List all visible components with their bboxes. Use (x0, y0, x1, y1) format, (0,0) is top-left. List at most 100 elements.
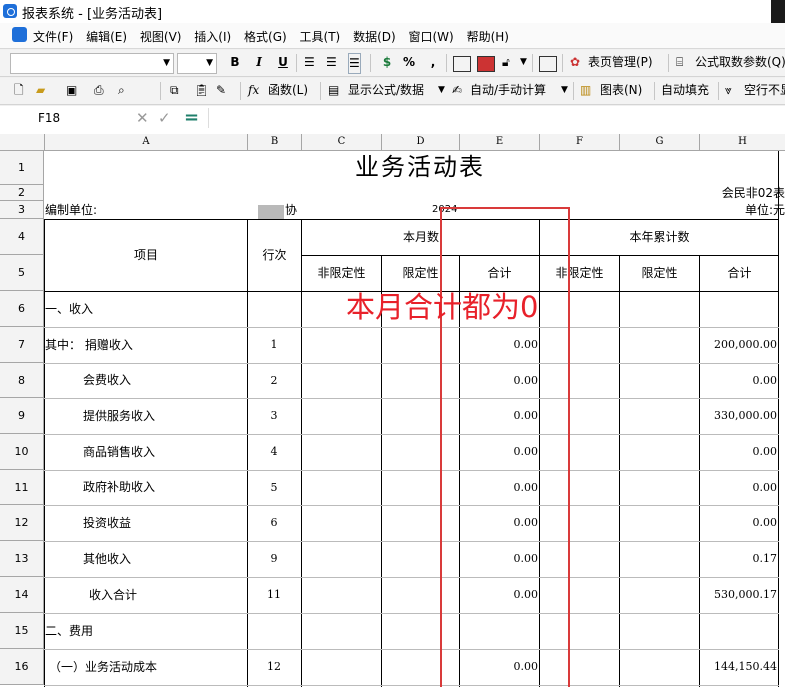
italic-button[interactable]: I (250, 53, 268, 72)
line-cell[interactable]: 3 (248, 398, 301, 434)
save-icon[interactable]: ▣ (66, 81, 77, 100)
chevron-down-icon[interactable]: ▼ (520, 53, 527, 72)
underline-button[interactable]: U (274, 53, 292, 72)
copy-icon[interactable]: ⧉ (170, 81, 179, 100)
chevron-down-icon[interactable]: ▼ (438, 81, 445, 100)
year-total-cell[interactable]: 0.00 (700, 434, 778, 470)
column-header[interactable]: B (248, 134, 302, 151)
menu-window[interactable]: 窗口(W) (409, 30, 454, 44)
menu-file[interactable]: 文件(F) (33, 30, 73, 44)
cancel-icon[interactable]: ✕ (136, 109, 149, 127)
border-icon[interactable] (453, 56, 471, 72)
menu-help[interactable]: 帮助(H) (467, 30, 509, 44)
row-header[interactable]: 3 (0, 201, 44, 219)
row-header[interactable]: 5 (0, 255, 44, 291)
column-header[interactable]: E (460, 134, 540, 151)
line-cell[interactable]: 4 (248, 434, 301, 470)
row-header[interactable]: 2 (0, 185, 44, 201)
item-cell[interactable]: 投资收益 (83, 505, 247, 541)
row-header[interactable]: 8 (0, 363, 44, 398)
page-manage-button[interactable]: 表页管理(P) (588, 53, 653, 72)
comma-button[interactable]: , (424, 53, 442, 72)
skip-empty-button[interactable]: 空行不显示 (744, 81, 785, 100)
fill-color-icon[interactable] (477, 56, 495, 72)
column-header[interactable]: A (45, 134, 248, 151)
menu-insert[interactable]: 插入(I) (194, 30, 231, 44)
currency-button[interactable]: $ (378, 53, 396, 72)
year-total-cell[interactable]: 0.00 (700, 470, 778, 505)
chart-button[interactable]: 图表(N) (600, 81, 642, 100)
font-select[interactable]: ▼ (10, 53, 174, 74)
item-cell[interactable]: 二、费用 (45, 613, 247, 649)
confirm-icon[interactable]: ✓ (158, 109, 171, 127)
format-painter-icon[interactable]: ✎ (216, 81, 226, 100)
bold-button[interactable]: B (226, 53, 244, 72)
row-header[interactable]: 14 (0, 577, 44, 613)
menu-data[interactable]: 数据(D) (353, 30, 396, 44)
row-header[interactable]: 4 (0, 219, 44, 255)
item-cell[interactable]: （一）业务活动成本 (49, 649, 247, 685)
open-folder-icon[interactable]: ▰ (36, 81, 45, 100)
paste-icon[interactable]: 📋︎ (194, 81, 209, 100)
formula-params-button[interactable]: 公式取数参数(Q) (695, 53, 785, 72)
align-left-icon[interactable]: ☰ (304, 53, 315, 72)
line-cell[interactable]: 9 (248, 541, 301, 577)
year-total-cell[interactable]: 0.00 (700, 505, 778, 541)
menu-tools[interactable]: 工具(T) (300, 30, 341, 44)
line-cell[interactable]: 2 (248, 363, 301, 398)
item-cell[interactable]: 商品销售收入 (83, 434, 247, 470)
column-header[interactable]: H (700, 134, 785, 151)
align-right-icon[interactable]: ☰ (348, 53, 361, 74)
column-header[interactable]: C (302, 134, 382, 151)
column-header[interactable]: G (620, 134, 700, 151)
item-cell[interactable]: 其中： 捐赠收入 (45, 327, 247, 363)
row-header[interactable]: 16 (0, 649, 44, 685)
item-cell[interactable]: 提供服务收入 (83, 398, 247, 434)
row-header[interactable]: 6 (0, 291, 44, 327)
auto-fill-button[interactable]: 自动填充 (661, 81, 709, 100)
row-header[interactable]: 13 (0, 541, 44, 577)
item-cell[interactable]: 政府补助收入 (83, 470, 247, 505)
row-header[interactable]: 7 (0, 327, 44, 363)
row-header[interactable]: 15 (0, 613, 44, 649)
row-header[interactable]: 10 (0, 434, 44, 470)
print-preview-icon[interactable]: ⌕ (118, 81, 125, 100)
line-cell[interactable]: 1 (248, 327, 301, 363)
cell-reference[interactable]: F18 (38, 111, 60, 125)
row-header[interactable]: 12 (0, 505, 44, 541)
corner-cell[interactable] (0, 134, 45, 151)
show-formula-button[interactable]: 显示公式/数据 (348, 81, 424, 100)
line-cell[interactable]: 11 (248, 577, 301, 613)
formula-input[interactable] (208, 108, 785, 128)
column-header[interactable]: D (382, 134, 460, 151)
preview-icon[interactable] (539, 56, 557, 72)
print-icon[interactable]: ⎙ (94, 81, 104, 100)
year-total-cell[interactable]: 330,000.00 (700, 398, 778, 434)
new-file-icon[interactable]: 🗋︎ (14, 81, 24, 100)
lock-icon[interactable]: 🔓︎ (502, 53, 510, 72)
item-cell[interactable]: 一、收入 (45, 291, 247, 327)
year-total-cell[interactable]: 530,000.17 (700, 577, 778, 613)
menu-edit[interactable]: 编辑(E) (86, 30, 127, 44)
row-header[interactable]: 9 (0, 398, 44, 434)
menu-view[interactable]: 视图(V) (140, 30, 182, 44)
column-header[interactable]: F (540, 134, 620, 151)
menu-format[interactable]: 格式(G) (244, 30, 287, 44)
year-total-cell[interactable]: 0.00 (700, 363, 778, 398)
document-icon[interactable] (12, 27, 27, 42)
line-cell[interactable]: 6 (248, 505, 301, 541)
item-cell[interactable]: 收入合计 (89, 577, 247, 613)
equals-icon[interactable]: = (184, 107, 199, 128)
percent-button[interactable]: % (400, 53, 418, 72)
row-header[interactable]: 11 (0, 470, 44, 505)
function-button[interactable]: 函数(L) (268, 81, 308, 100)
chevron-down-icon[interactable]: ▼ (561, 81, 568, 100)
year-total-cell[interactable]: 0.17 (700, 541, 778, 577)
line-cell[interactable]: 12 (248, 649, 301, 685)
year-total-cell[interactable]: 200,000.00 (700, 327, 778, 363)
spreadsheet[interactable]: A B C D E F G H 1 2 3 4 5 6 7 8 9 10 11 … (0, 132, 785, 687)
align-center-icon[interactable]: ☰ (326, 53, 337, 72)
row-header[interactable]: 1 (0, 151, 44, 185)
item-cell[interactable]: 会费收入 (83, 363, 247, 398)
item-cell[interactable]: 其他收入 (83, 541, 247, 577)
